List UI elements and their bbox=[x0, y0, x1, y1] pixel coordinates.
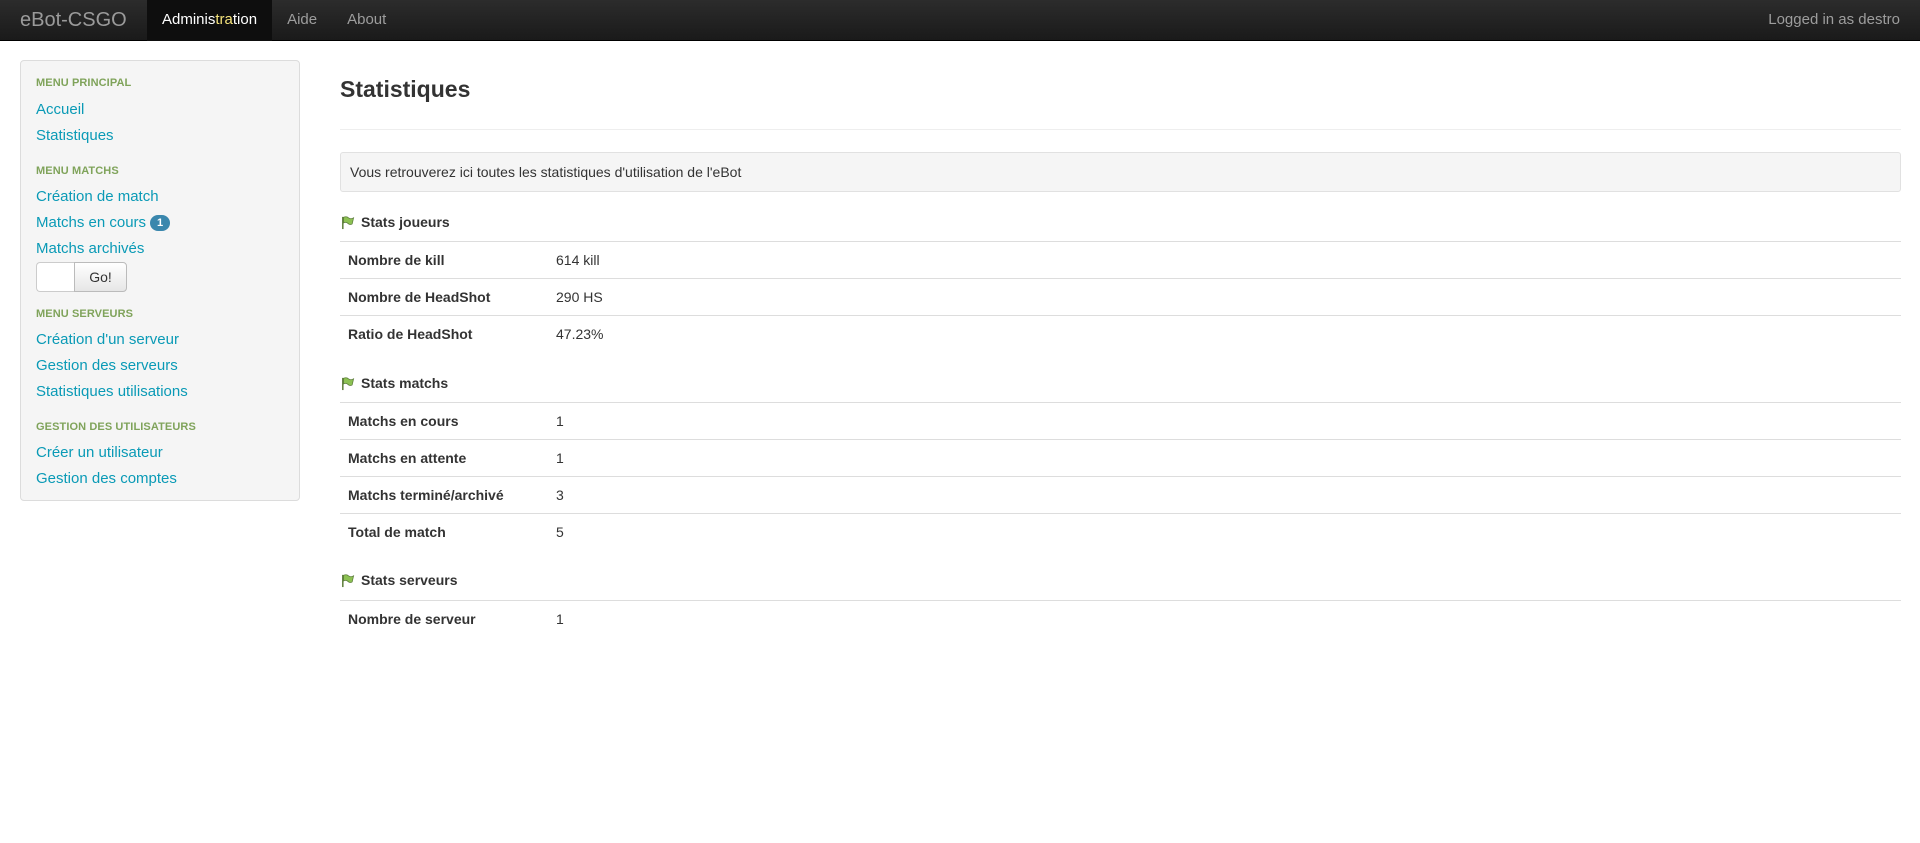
match-search-group: Go! bbox=[36, 262, 127, 292]
stat-label: Nombre de HeadShot bbox=[348, 289, 491, 305]
info-message: Vous retrouverez ici toutes les statisti… bbox=[340, 152, 1901, 192]
stat-value: 614 kill bbox=[556, 252, 600, 268]
section-title-joueurs: Stats joueurs bbox=[340, 212, 450, 232]
stat-label: Nombre de serveur bbox=[348, 611, 476, 627]
stats-table-matchs: Matchs en cours 1 Matchs en attente 1 Matc… bbox=[340, 402, 1901, 550]
stat-label: Nombre de kill bbox=[348, 252, 445, 268]
flag-icon bbox=[342, 573, 355, 587]
stat-label: Matchs en attente bbox=[348, 450, 467, 466]
sidebar-item-creer-utilisateur[interactable]: Créer un utilisateur bbox=[36, 444, 163, 461]
stats-table-joueurs: Nombre de kill 614 kill Nombre de HeadSho… bbox=[340, 241, 1901, 352]
table-row: Nombre de HeadShot 290 HS bbox=[340, 278, 1901, 315]
stats-table-serveurs: Nombre de serveur 1 bbox=[340, 600, 1901, 637]
section-title-serveurs: Stats serveurs bbox=[340, 570, 458, 590]
sidebar-header-serveurs: MENU SERVEURS bbox=[36, 308, 134, 320]
sidebar-item-statistiques[interactable]: Statistiques bbox=[36, 127, 114, 144]
main-nav: Administration Aide About bbox=[147, 0, 401, 41]
nav-label-part: Adminis bbox=[162, 11, 216, 28]
section-title-text: Stats matchs bbox=[361, 375, 449, 391]
nav-item-administration[interactable]: Administration bbox=[147, 0, 273, 41]
stat-value: 47.23% bbox=[556, 326, 604, 342]
count-badge: 1 bbox=[150, 215, 171, 231]
stat-label: Matchs en cours bbox=[348, 413, 459, 429]
table-row: Nombre de kill 614 kill bbox=[340, 241, 1901, 278]
table-row: Nombre de serveur 1 bbox=[340, 600, 1901, 637]
sidebar-header-principal: MENU PRINCIPAL bbox=[36, 77, 132, 89]
stat-value: 3 bbox=[556, 487, 564, 503]
logged-in-user: Logged in as destro bbox=[1768, 11, 1900, 28]
sidebar-item-label: Matchs en cours bbox=[36, 214, 147, 231]
sidebar-header-utilisateurs: GESTION DES UTILISATEURS bbox=[36, 421, 196, 433]
section-title-matchs: Stats matchs bbox=[340, 373, 448, 393]
sidebar-header-matchs: MENU MATCHS bbox=[36, 165, 119, 177]
stat-value: 290 HS bbox=[556, 289, 603, 305]
stat-value: 1 bbox=[556, 413, 564, 429]
sidebar-item-statistiques-utilisations[interactable]: Statistiques utilisations bbox=[36, 383, 188, 400]
sidebar-item-matchs-archives[interactable]: Matchs archivés bbox=[36, 240, 144, 257]
flag-icon bbox=[342, 215, 355, 229]
brand-link[interactable]: eBot-CSGO bbox=[20, 0, 127, 41]
sidebar-item-gestion-comptes[interactable]: Gestion des comptes bbox=[36, 470, 177, 487]
sidebar-menu: MENU PRINCIPAL Accueil Statistiques MENU… bbox=[20, 60, 300, 501]
page-title: Statistiques bbox=[340, 76, 471, 102]
section-title-text: Stats serveurs bbox=[361, 572, 458, 588]
match-search-input[interactable] bbox=[36, 262, 74, 292]
table-row: Matchs en attente 1 bbox=[340, 439, 1901, 476]
sidebar-item-accueil[interactable]: Accueil bbox=[36, 101, 84, 118]
flag-icon bbox=[342, 376, 355, 390]
top-navbar: eBot-CSGO Administration Aide About Logg… bbox=[0, 0, 1920, 41]
stat-value: 1 bbox=[556, 450, 564, 466]
table-row: Matchs en cours 1 bbox=[340, 402, 1901, 439]
nav-item-about[interactable]: About bbox=[332, 0, 401, 41]
sidebar-item-matchs-en-cours[interactable]: Matchs en cours 1 bbox=[36, 214, 171, 231]
nav-label-part: tion bbox=[232, 11, 258, 28]
stat-label: Ratio de HeadShot bbox=[348, 326, 473, 342]
nav-label-part: tra bbox=[215, 11, 233, 28]
table-row: Matchs terminé/archivé 3 bbox=[340, 476, 1901, 513]
table-row: Ratio de HeadShot 47.23% bbox=[340, 315, 1901, 352]
stat-value: 1 bbox=[556, 611, 564, 627]
sidebar-item-gestion-serveurs[interactable]: Gestion des serveurs bbox=[36, 357, 178, 374]
stat-label: Total de match bbox=[348, 524, 446, 540]
stat-value: 5 bbox=[556, 524, 564, 540]
nav-item-aide[interactable]: Aide bbox=[272, 0, 332, 41]
sidebar-item-creation-match[interactable]: Création de match bbox=[36, 188, 159, 205]
section-title-text: Stats joueurs bbox=[361, 214, 450, 230]
title-divider bbox=[340, 129, 1901, 130]
table-row: Total de match 5 bbox=[340, 513, 1901, 550]
stat-label: Matchs terminé/archivé bbox=[348, 487, 504, 503]
sidebar-item-creation-serveur[interactable]: Création d'un serveur bbox=[36, 331, 179, 348]
go-button[interactable]: Go! bbox=[74, 262, 127, 292]
